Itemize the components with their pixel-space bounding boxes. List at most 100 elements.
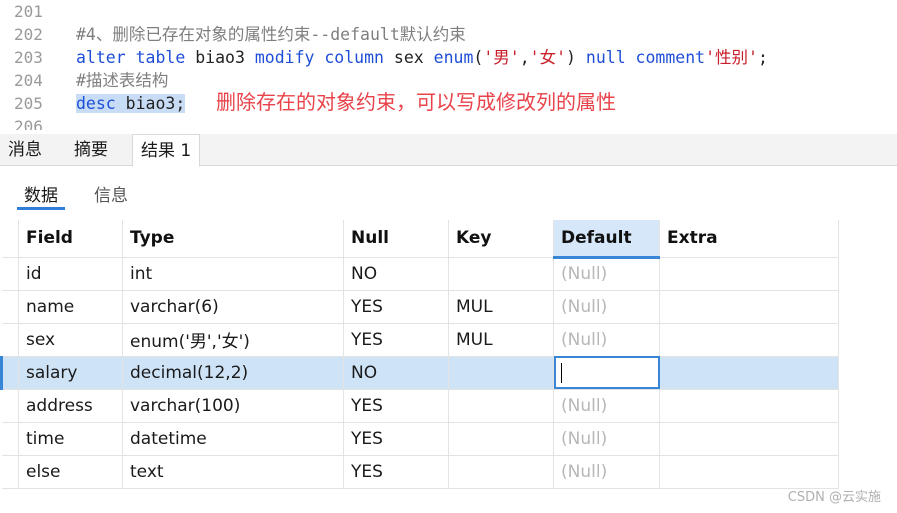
line-number: 201 [14,2,43,21]
cell-default-editor[interactable] [553,356,660,390]
annotation-note: 删除存在的对象约束，可以写成修改列的属性 [216,90,616,114]
cell-field[interactable]: id [18,257,123,291]
cell-default[interactable]: (Null) [553,290,660,324]
code-text: sex [383,48,434,67]
result-tab-bar: 消息 摘要 结果 1 [0,134,897,167]
code-line-204[interactable]: #描述表结构 [76,69,168,92]
cell-field[interactable]: name [18,290,123,324]
cell-extra[interactable] [659,290,839,324]
cell-key[interactable] [448,422,554,456]
code-keyword: desc [76,94,116,113]
column-header-extra[interactable]: Extra [659,220,839,258]
table-row[interactable]: sex enum('男','女') YES MUL (Null) [1,323,839,357]
table-row[interactable]: time datetime YES (Null) [1,422,839,456]
cell-null[interactable]: YES [343,389,449,423]
result-grid[interactable]: Field Type Null Key Default Extra id int… [0,220,897,513]
subtab-info[interactable]: 信息 [94,181,128,206]
cell-extra[interactable] [659,257,839,291]
cell-type[interactable]: decimal(12,2) [122,356,344,390]
cell-extra[interactable] [659,389,839,423]
cell-default[interactable]: (Null) [553,455,660,489]
cell-extra[interactable] [659,323,839,357]
table-row[interactable]: name varchar(6) YES MUL (Null) [1,290,839,324]
row-selector[interactable] [1,422,19,456]
result-table: Field Type Null Key Default Extra id int… [0,220,839,489]
cell-key[interactable]: MUL [448,290,554,324]
subtab-data[interactable]: 数据 [24,181,58,206]
active-subtab-indicator [17,207,65,210]
table-row-selected[interactable]: salary decimal(12,2) NO [0,356,839,390]
column-header-null[interactable]: Null [343,220,449,258]
row-selector[interactable] [1,290,19,324]
code-keyword: modify column [254,48,384,67]
cell-null[interactable]: YES [343,422,449,456]
cell-type[interactable]: enum('男','女') [122,323,344,357]
code-line-202[interactable]: #4、删除已存在对象的属性约束--default默认约束 [76,23,466,46]
row-selector[interactable] [1,455,19,489]
column-header-default[interactable]: Default [553,220,660,259]
code-string: '女' [529,48,567,67]
column-header-key[interactable]: Key [448,220,554,258]
column-header-field[interactable]: Field [18,220,123,258]
cell-key[interactable] [448,389,554,423]
cell-field[interactable]: salary [18,356,123,390]
row-selector[interactable] [0,356,19,390]
cell-null[interactable]: YES [343,455,449,489]
cell-default[interactable]: (Null) [553,257,660,291]
cell-key[interactable]: MUL [448,323,554,357]
code-text: ( [473,48,484,67]
code-line-203[interactable]: alter table biao3 modify column sex enum… [76,46,768,69]
cell-type[interactable]: int [122,257,344,291]
line-number: 206 [14,117,43,130]
code-line-205[interactable]: desc biao3; [76,92,186,115]
result-subtabs: 数据 信息 [0,167,897,217]
cell-null[interactable]: NO [343,356,449,390]
line-number: 204 [14,71,43,90]
cell-type[interactable]: varchar(100) [122,389,344,423]
cell-field[interactable]: else [18,455,123,489]
row-selector[interactable] [1,323,19,357]
line-number: 203 [14,48,43,67]
code-keyword: enum [433,48,474,67]
code-string: '性别' [705,48,758,67]
cell-default[interactable]: (Null) [553,389,660,423]
tab-result-1[interactable]: 结果 1 [132,134,201,167]
cell-null[interactable]: YES [343,323,449,357]
code-keyword: null comment [585,48,706,67]
cell-extra[interactable] [659,356,839,390]
line-number-gutter: 201 202 203 204 205 206 [0,0,60,130]
sql-editor[interactable]: 201 202 203 204 205 206 #4、删除已存在对象的属性约束-… [0,0,897,130]
cell-extra[interactable] [659,455,839,489]
watermark: CSDN @云实施 [787,490,881,505]
cell-field[interactable]: sex [18,323,123,357]
table-row[interactable]: else text YES (Null) [1,455,839,489]
table-row[interactable]: address varchar(100) YES (Null) [1,389,839,423]
cell-extra[interactable] [659,422,839,456]
cell-type[interactable]: text [122,455,344,489]
cell-key[interactable] [448,356,554,390]
cell-default[interactable]: (Null) [553,323,660,357]
code-comment: #4、删除已存在对象的属性约束--default默认约束 [76,25,466,44]
line-number: 205 [14,94,43,113]
code-keyword: alter table [76,48,186,67]
row-selector[interactable] [1,257,19,291]
cell-default[interactable]: (Null) [553,422,660,456]
cell-type[interactable]: datetime [122,422,344,456]
table-row[interactable]: id int NO (Null) [1,257,839,291]
code-string: '男' [483,48,520,67]
header-row: Field Type Null Key Default Extra [1,220,839,259]
code-comment: #描述表结构 [76,71,169,90]
cell-type[interactable]: varchar(6) [122,290,344,324]
cell-null[interactable]: NO [343,257,449,291]
tab-summary[interactable]: 摘要 [66,134,116,166]
column-header-type[interactable]: Type [122,220,344,258]
cell-key[interactable] [448,455,554,489]
row-selector[interactable] [1,389,19,423]
cell-null[interactable]: YES [343,290,449,324]
cell-field[interactable]: address [18,389,123,423]
cell-key[interactable] [448,257,554,291]
tab-messages[interactable]: 消息 [0,134,50,166]
text-caret [561,362,562,383]
cell-field[interactable]: time [18,422,123,456]
row-header-corner [1,220,19,258]
